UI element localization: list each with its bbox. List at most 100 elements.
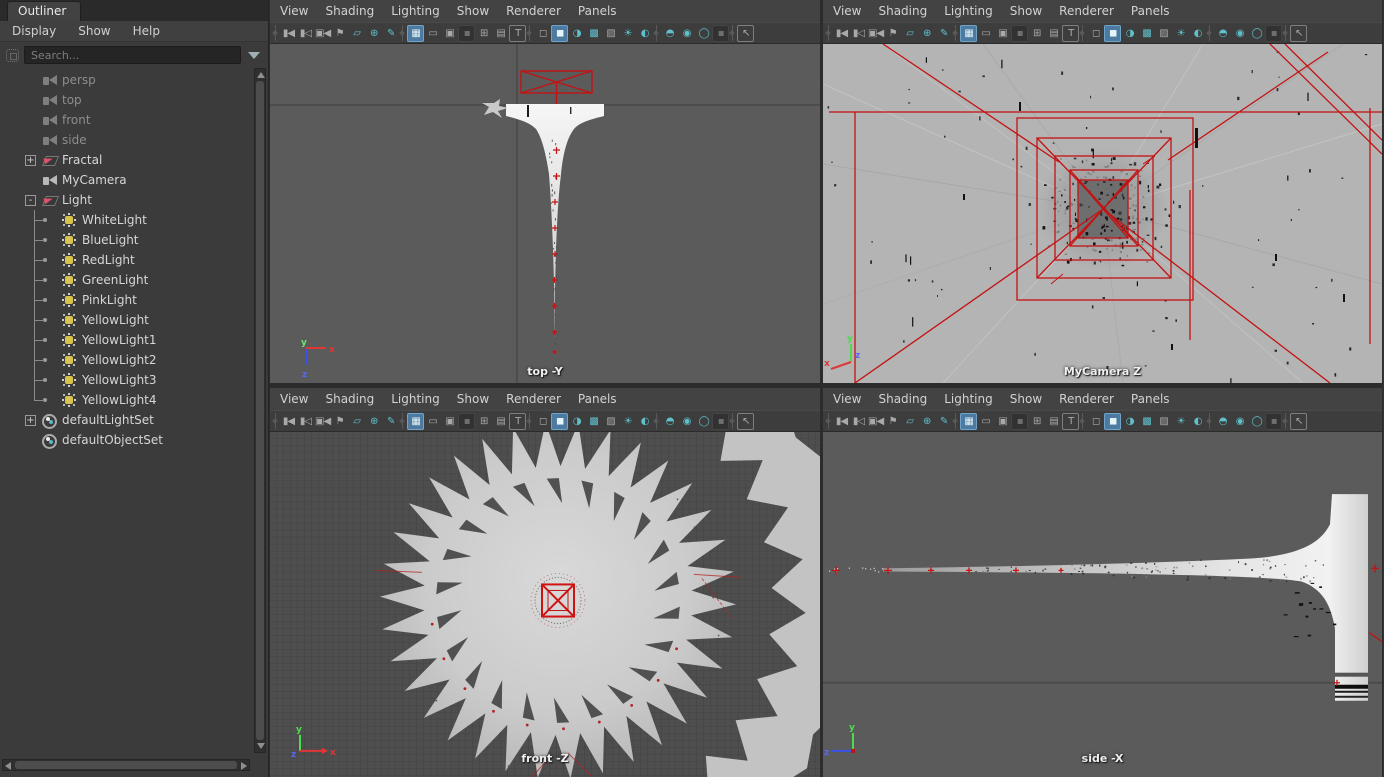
bookmark-icon[interactable]: ⚑: [884, 413, 901, 430]
outliner-item-MyCamera[interactable]: MyCamera: [0, 170, 252, 190]
render-override-icon[interactable]: ▪: [1265, 25, 1282, 42]
occlusion-icon[interactable]: ◓: [661, 25, 678, 42]
menu-renderer[interactable]: Renderer: [506, 392, 561, 406]
wireframe-icon[interactable]: ◻: [534, 413, 551, 430]
use-default-material-icon[interactable]: ▨: [602, 25, 619, 42]
use-default-material-icon[interactable]: ▨: [1155, 413, 1172, 430]
textured-icon[interactable]: ◑: [1121, 25, 1138, 42]
outliner-item-RedLight[interactable]: RedLight: [0, 250, 252, 270]
grid-icon[interactable]: ▦: [407, 413, 424, 430]
lock-camera-icon[interactable]: ▮◁: [850, 413, 867, 430]
outliner-item-side[interactable]: side: [0, 130, 252, 150]
wireframe-on-shaded-icon[interactable]: ▩: [585, 413, 602, 430]
filter-icon[interactable]: [6, 49, 19, 62]
camera-viewport-canvas[interactable]: y x z MyCamera Z: [823, 44, 1382, 383]
vertical-scrollbar[interactable]: [254, 68, 266, 753]
use-default-material-icon[interactable]: ▨: [1155, 25, 1172, 42]
isolate-select-icon[interactable]: ↖: [1290, 413, 1307, 430]
menu-renderer[interactable]: Renderer: [1059, 392, 1114, 406]
outliner-item-Light[interactable]: -Light: [0, 190, 252, 210]
shadows-icon[interactable]: ◐: [636, 413, 653, 430]
gate-mask-icon[interactable]: ▪: [1011, 413, 1028, 430]
outliner-item-WhiteLight[interactable]: WhiteLight: [0, 210, 252, 230]
expander-icon[interactable]: +: [25, 415, 36, 426]
image-plane-icon[interactable]: ▱: [901, 25, 918, 42]
field-chart-icon[interactable]: ⊞: [475, 25, 492, 42]
menu-show[interactable]: Show: [1010, 392, 1042, 406]
image-plane-icon[interactable]: ▱: [348, 25, 365, 42]
select-camera-icon[interactable]: ▮◀: [280, 25, 297, 42]
menu-view[interactable]: View: [280, 4, 308, 18]
menu-help[interactable]: Help: [133, 24, 160, 38]
anti-aliasing-icon[interactable]: ◯: [1248, 413, 1265, 430]
scroll-right-icon[interactable]: [241, 762, 247, 770]
outliner-item-YellowLight1[interactable]: YellowLight1: [0, 330, 252, 350]
textured-icon[interactable]: ◑: [568, 25, 585, 42]
menu-lighting[interactable]: Lighting: [391, 392, 440, 406]
pencil-context-icon[interactable]: ✎: [935, 25, 952, 42]
textured-icon[interactable]: ◑: [568, 413, 585, 430]
safe-action-icon[interactable]: ▤: [1045, 413, 1062, 430]
menu-lighting[interactable]: Lighting: [944, 4, 993, 18]
expander-icon[interactable]: +: [25, 155, 36, 166]
anti-aliasing-icon[interactable]: ◯: [1248, 25, 1265, 42]
camera-attributes-icon[interactable]: ▣◀: [867, 413, 884, 430]
lock-camera-icon[interactable]: ▮◁: [297, 25, 314, 42]
expander-icon[interactable]: -: [25, 195, 36, 206]
isolate-select-icon[interactable]: ↖: [737, 413, 754, 430]
gate-mask-icon[interactable]: ▪: [458, 413, 475, 430]
safe-title-icon[interactable]: T: [509, 413, 526, 430]
pencil-context-icon[interactable]: ✎: [382, 413, 399, 430]
outliner-item-front[interactable]: front: [0, 110, 252, 130]
search-input[interactable]: [24, 46, 241, 64]
tab-outliner[interactable]: Outliner: [7, 1, 81, 21]
pan-zoom-icon[interactable]: ⊕: [365, 25, 382, 42]
occlusion-icon[interactable]: ◓: [1214, 413, 1231, 430]
bookmark-icon[interactable]: ⚑: [331, 413, 348, 430]
horizontal-scroll-thumb[interactable]: [15, 761, 237, 769]
camera-attributes-icon[interactable]: ▣◀: [867, 25, 884, 42]
safe-action-icon[interactable]: ▤: [492, 25, 509, 42]
menu-panels[interactable]: Panels: [1131, 4, 1170, 18]
outliner-item-YellowLight[interactable]: YellowLight: [0, 310, 252, 330]
isolate-select-icon[interactable]: ↖: [737, 25, 754, 42]
menu-show[interactable]: Show: [457, 392, 489, 406]
pan-zoom-icon[interactable]: ⊕: [918, 413, 935, 430]
field-chart-icon[interactable]: ⊞: [1028, 25, 1045, 42]
film-gate-icon[interactable]: ▭: [424, 25, 441, 42]
scroll-down-icon[interactable]: [257, 743, 265, 749]
menu-view[interactable]: View: [280, 392, 308, 406]
pan-zoom-icon[interactable]: ⊕: [918, 25, 935, 42]
menu-panels[interactable]: Panels: [578, 392, 617, 406]
menu-panels[interactable]: Panels: [578, 4, 617, 18]
gate-mask-icon[interactable]: ▪: [1011, 25, 1028, 42]
smooth-shade-icon[interactable]: ◼: [551, 413, 568, 430]
motion-blur-icon[interactable]: ◉: [678, 413, 695, 430]
menu-show[interactable]: Show: [78, 24, 110, 38]
occlusion-icon[interactable]: ◓: [1214, 25, 1231, 42]
outliner-item-Fractal[interactable]: +Fractal: [0, 150, 252, 170]
shadows-icon[interactable]: ◐: [1189, 25, 1206, 42]
lights-icon[interactable]: ☀: [1172, 25, 1189, 42]
resolution-gate-icon[interactable]: ▣: [441, 25, 458, 42]
select-camera-icon[interactable]: ▮◀: [280, 413, 297, 430]
render-override-icon[interactable]: ▪: [712, 413, 729, 430]
isolate-select-icon[interactable]: ↖: [1290, 25, 1307, 42]
grid-icon[interactable]: ▦: [960, 413, 977, 430]
occlusion-icon[interactable]: ◓: [661, 413, 678, 430]
resolution-gate-icon[interactable]: ▣: [994, 25, 1011, 42]
camera-attributes-icon[interactable]: ▣◀: [314, 413, 331, 430]
lock-camera-icon[interactable]: ▮◁: [850, 25, 867, 42]
motion-blur-icon[interactable]: ◉: [1231, 25, 1248, 42]
film-gate-icon[interactable]: ▭: [977, 413, 994, 430]
image-plane-icon[interactable]: ▱: [348, 413, 365, 430]
wireframe-icon[interactable]: ◻: [1087, 413, 1104, 430]
grid-icon[interactable]: ▦: [407, 25, 424, 42]
menu-show[interactable]: Show: [1010, 4, 1042, 18]
menu-shading[interactable]: Shading: [878, 4, 927, 18]
render-override-icon[interactable]: ▪: [712, 25, 729, 42]
anti-aliasing-icon[interactable]: ◯: [695, 25, 712, 42]
menu-renderer[interactable]: Renderer: [1059, 4, 1114, 18]
outliner-item-defaultLightSet[interactable]: +defaultLightSet: [0, 410, 252, 430]
menu-shading[interactable]: Shading: [878, 392, 927, 406]
